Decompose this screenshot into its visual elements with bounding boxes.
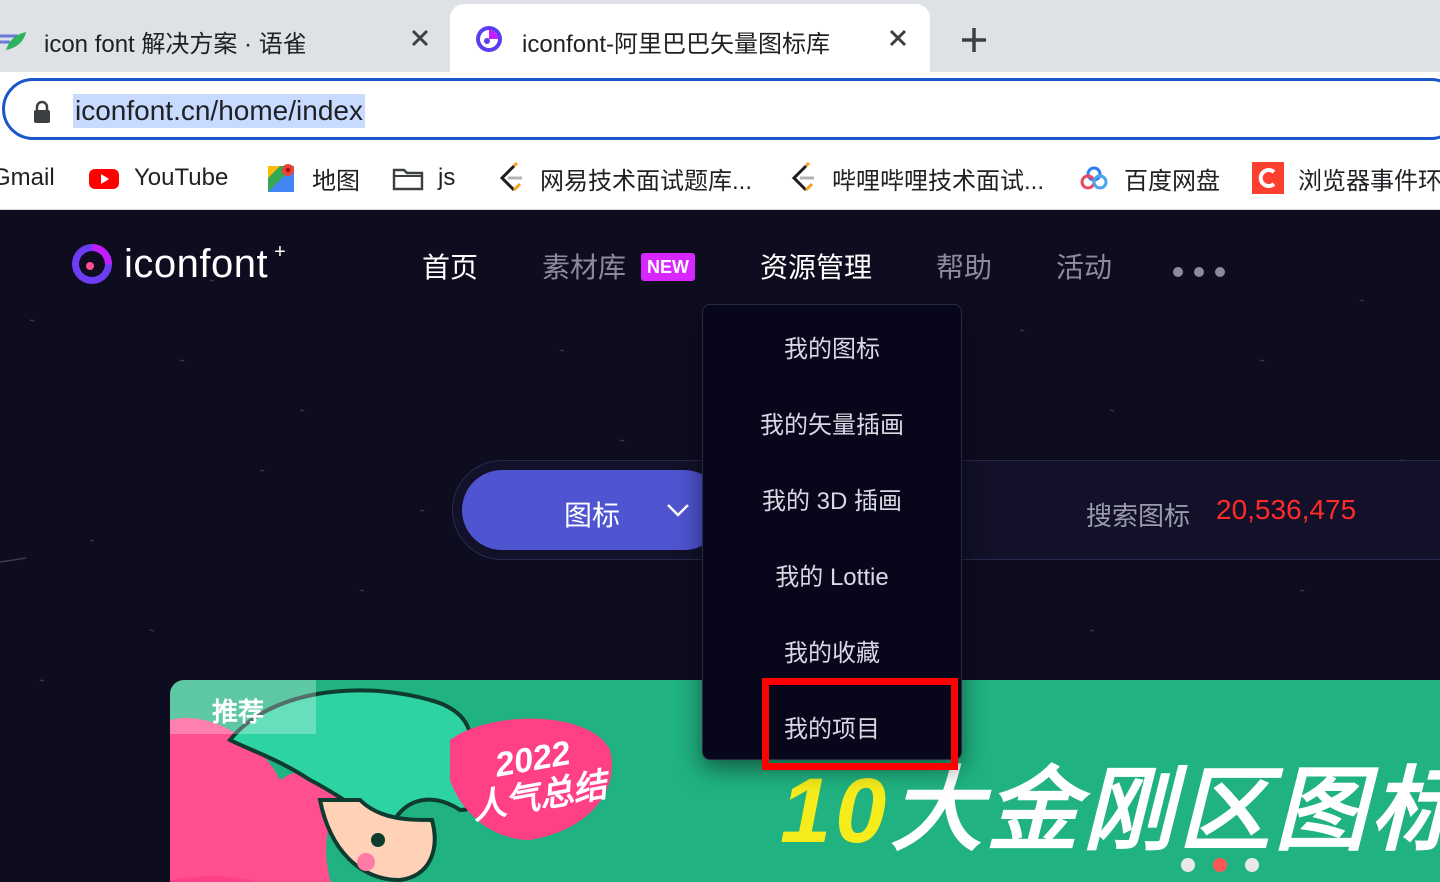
url-text[interactable]: iconfont.cn/home/index	[73, 94, 365, 128]
nav-help[interactable]: 帮助	[936, 246, 992, 286]
chevron-down-icon	[667, 504, 689, 517]
bookmark-csdn[interactable]: 浏览器事件环	[1252, 156, 1440, 200]
bookmark-label: Gmail	[0, 164, 55, 191]
bookmark-label: js	[438, 164, 456, 191]
menu-item-my-3d[interactable]: 我的 3D 插画	[703, 481, 961, 516]
tab-iconfont[interactable]: iconfont-阿里巴巴矢量图标库	[450, 4, 930, 72]
iconfont-logo-icon	[72, 244, 112, 284]
menu-item-my-icons[interactable]: 我的图标	[703, 329, 961, 364]
youtube-icon	[89, 169, 119, 189]
menu-item-my-favorites[interactable]: 我的收藏	[703, 633, 961, 668]
icon-count: 20,536,475	[1216, 494, 1357, 525]
highlight-box	[762, 678, 958, 770]
leetcode-icon	[791, 162, 814, 192]
maps-icon	[268, 164, 294, 192]
bookmark-label: 浏览器事件环	[1298, 167, 1440, 195]
iconfont-favicon-icon	[476, 26, 502, 52]
yuque-icon	[0, 32, 26, 50]
more-dots-icon[interactable]	[1172, 266, 1228, 278]
banner-heading-text: 大金刚区图标设	[890, 760, 1440, 862]
bookmark-youtube[interactable]: YouTube	[88, 156, 228, 200]
bookmarks-bar: Gmail YouTube 地图 js 网易技术面试题库... 哔哩哔哩技术面试…	[0, 148, 1440, 210]
search-type-select[interactable]: 图标	[462, 470, 724, 550]
tab-title: icon font 解决方案 · 语雀	[44, 31, 307, 58]
leetcode-icon	[499, 162, 522, 192]
banner-tag-label: 推荐	[212, 697, 265, 727]
tab-yuque[interactable]: icon font 解决方案 · 语雀	[0, 4, 448, 72]
close-icon[interactable]	[408, 26, 432, 50]
logo-plus: +	[274, 240, 286, 263]
menu-item-my-illustrations[interactable]: 我的矢量插画	[703, 405, 961, 440]
close-icon[interactable]	[886, 26, 910, 50]
address-bar[interactable]: iconfont.cn/home/index	[2, 78, 1440, 140]
lock-icon[interactable]	[31, 100, 53, 124]
tab-title: iconfont-阿里巴巴矢量图标库	[522, 31, 831, 58]
nav-activity[interactable]: 活动	[1056, 246, 1112, 286]
menu-item-my-lottie[interactable]: 我的 Lottie	[703, 557, 961, 592]
banner-heading-number: 10	[780, 760, 891, 862]
nav-resource-management[interactable]: 资源管理	[760, 246, 872, 286]
tab-strip: icon font 解决方案 · 语雀 iconfont-阿里巴巴矢量图标库	[0, 0, 1440, 72]
folder-icon	[392, 168, 424, 191]
logo-text: iconfont	[124, 241, 269, 286]
new-badge: NEW	[641, 253, 695, 281]
nav-home[interactable]: 首页	[422, 246, 478, 286]
bookmark-label: YouTube	[134, 164, 229, 191]
search-type-label: 图标	[564, 500, 621, 531]
banner-tag: 推荐	[170, 680, 316, 734]
bookmark-baidu-pan[interactable]: 百度网盘	[1078, 156, 1220, 200]
baidu-pan-icon	[1080, 166, 1108, 190]
iconfont-logo[interactable]: iconfont +	[70, 240, 286, 286]
search-input[interactable]: 搜索图标	[1086, 496, 1190, 533]
carousel-dots[interactable]	[1180, 855, 1260, 875]
bookmark-bilibili[interactable]: 哔哩哔哩技术面试...	[786, 156, 1044, 200]
nav-materials[interactable]: 素材库	[542, 246, 626, 286]
bookmark-label: 地图	[312, 167, 360, 195]
bookmark-netease[interactable]: 网易技术面试题库...	[494, 156, 752, 200]
bookmark-label: 网易技术面试题库...	[540, 167, 753, 195]
bookmark-gmail[interactable]: Gmail	[0, 156, 55, 200]
bookmark-label: 哔哩哔哩技术面试...	[832, 167, 1045, 195]
new-tab-plus-icon[interactable]	[956, 22, 992, 58]
bookmark-folder-js[interactable]: js	[392, 156, 455, 200]
csdn-icon	[1252, 162, 1284, 194]
bookmark-label: 百度网盘	[1124, 167, 1220, 195]
browser-toolbar: iconfont.cn/home/index	[0, 72, 1440, 148]
bookmark-maps[interactable]: 地图	[266, 156, 360, 200]
